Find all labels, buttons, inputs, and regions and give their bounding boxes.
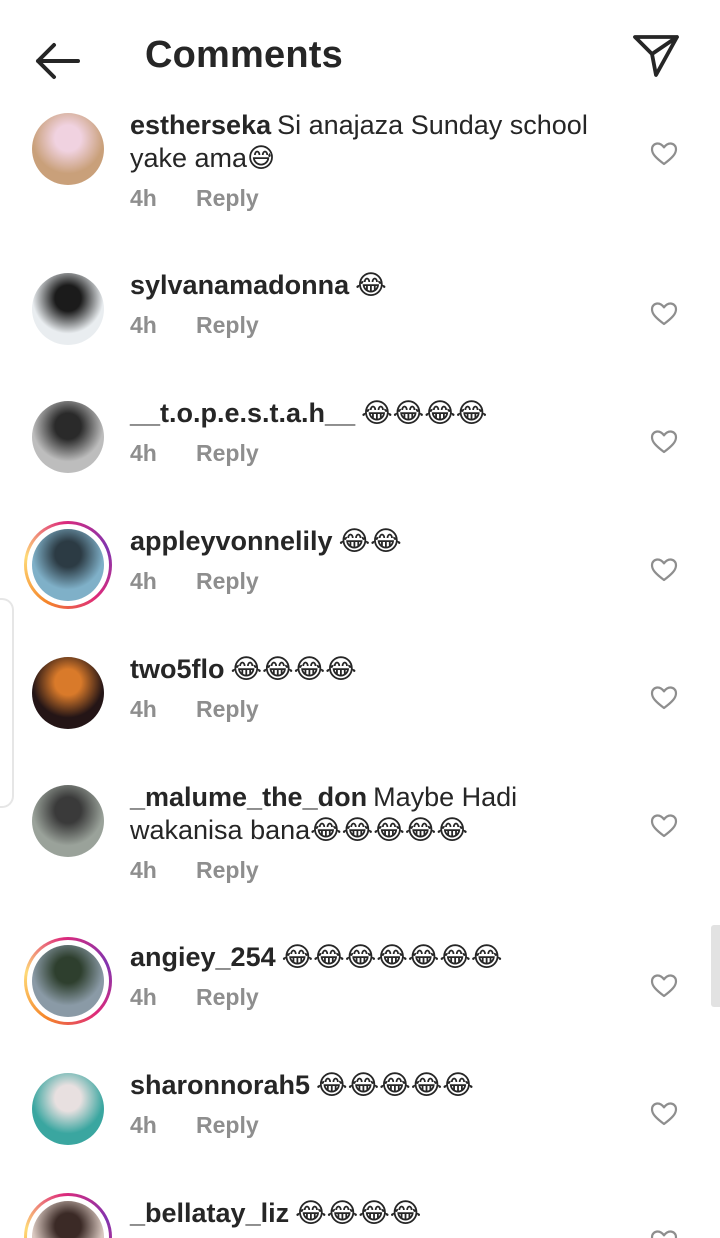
reply-button[interactable]: Reply — [196, 568, 259, 594]
avatar — [32, 401, 104, 473]
like-heart-icon[interactable] — [650, 685, 678, 711]
comment-body: sylvanamadonna 😂 — [130, 269, 610, 302]
comment-meta: 4h Reply — [130, 1112, 259, 1139]
comment-username[interactable]: appleyvonnelily — [130, 526, 333, 556]
header-bar: Comments — [0, 0, 720, 112]
comment-username[interactable]: sylvanamadonna — [130, 270, 349, 300]
comment-body: estherseka Si anajaza Sunday school yake … — [130, 109, 610, 175]
avatar — [32, 1201, 104, 1238]
reply-button[interactable]: Reply — [196, 696, 259, 722]
comment-text: 😂😂😂😂 — [295, 1198, 422, 1228]
avatar-container[interactable] — [32, 273, 104, 345]
avatar — [32, 113, 104, 185]
comment-username[interactable]: estherseka — [130, 110, 271, 140]
like-heart-icon[interactable] — [650, 557, 678, 583]
side-panel-edge — [0, 598, 14, 808]
like-heart-icon[interactable] — [650, 813, 678, 839]
avatar-story-ring[interactable] — [24, 1193, 112, 1238]
avatar-container[interactable] — [32, 401, 104, 473]
comment-timestamp: 4h — [130, 696, 157, 722]
comment-text: 😂 — [355, 270, 387, 300]
reply-button[interactable]: Reply — [196, 1112, 259, 1138]
comment-timestamp: 4h — [130, 185, 157, 211]
avatar — [32, 273, 104, 345]
avatar — [32, 657, 104, 729]
comment-text: 😂😂😂😂😂 — [316, 1070, 474, 1100]
comment-meta: 4h Reply — [130, 984, 259, 1011]
comment-text: 😂😂😂😂 — [361, 398, 488, 428]
like-heart-icon[interactable] — [650, 1101, 678, 1127]
like-heart-icon[interactable] — [650, 301, 678, 327]
avatar — [32, 529, 104, 601]
comment-body: _malume_the_don Maybe Hadi wakanisa bana😂… — [130, 781, 610, 847]
page-title: Comments — [145, 34, 343, 76]
avatar — [32, 1073, 104, 1145]
reply-button[interactable]: Reply — [196, 312, 259, 338]
comment-timestamp: 4h — [130, 857, 157, 883]
comment-meta: 4h Reply — [130, 185, 259, 212]
comment-username[interactable]: _malume_the_don — [130, 782, 367, 812]
comment-body: appleyvonnelily 😂😂 — [130, 525, 610, 558]
avatar-story-ring[interactable] — [24, 937, 112, 1025]
comment-username[interactable]: __t.o.p.e.s.t.a.h__ — [130, 398, 355, 428]
avatar — [32, 785, 104, 857]
comment-body: two5flo 😂😂😂😂 — [130, 653, 610, 686]
comment-meta: 4h Reply — [130, 312, 259, 339]
comment-text: 😂😂 — [338, 526, 402, 556]
like-heart-icon[interactable] — [650, 1229, 678, 1238]
arrow-left-icon — [36, 43, 80, 79]
avatar-container[interactable] — [32, 785, 104, 857]
back-button[interactable] — [28, 36, 84, 86]
comment-body: angiey_254 😂😂😂😂😂😂😂 — [130, 941, 610, 974]
comment-meta: 4h Reply — [130, 440, 259, 467]
like-heart-icon[interactable] — [650, 973, 678, 999]
avatar-story-ring[interactable] — [24, 521, 112, 609]
scrollbar[interactable] — [711, 925, 720, 1007]
comment-timestamp: 4h — [130, 440, 157, 466]
comment-text: 😂😂😂😂😂😂😂 — [281, 942, 503, 972]
avatar-container[interactable] — [32, 1073, 104, 1145]
avatar — [32, 945, 104, 1017]
comment-username[interactable]: angiey_254 — [130, 942, 276, 972]
comment-meta: 4h Reply — [130, 696, 259, 723]
paper-plane-icon — [633, 35, 679, 77]
comment-text: 😂😂😂😂 — [230, 654, 357, 684]
send-button[interactable] — [630, 30, 682, 82]
comment-username[interactable]: _bellatay_liz — [130, 1198, 289, 1228]
comment-timestamp: 4h — [130, 568, 157, 594]
reply-button[interactable]: Reply — [196, 857, 259, 883]
like-heart-icon[interactable] — [650, 429, 678, 455]
comment-meta: 4h Reply — [130, 857, 259, 884]
avatar-container[interactable] — [32, 657, 104, 729]
like-heart-icon[interactable] — [650, 141, 678, 167]
avatar-ring-gap — [27, 1196, 109, 1238]
avatar-ring-gap — [27, 940, 109, 1022]
comment-username[interactable]: two5flo — [130, 654, 225, 684]
comment-username[interactable]: sharonnorah5 — [130, 1070, 310, 1100]
comment-timestamp: 4h — [130, 1112, 157, 1138]
reply-button[interactable]: Reply — [196, 984, 259, 1010]
reply-button[interactable]: Reply — [196, 185, 259, 211]
comment-timestamp: 4h — [130, 984, 157, 1010]
comment-body: _bellatay_liz 😂😂😂😂 — [130, 1197, 610, 1230]
reply-button[interactable]: Reply — [196, 440, 259, 466]
avatar-container[interactable] — [32, 113, 104, 185]
comment-meta: 4h Reply — [130, 568, 259, 595]
avatar-ring-gap — [27, 524, 109, 606]
comment-timestamp: 4h — [130, 312, 157, 338]
comment-body: __t.o.p.e.s.t.a.h__ 😂😂😂😂 — [130, 397, 610, 430]
comment-body: sharonnorah5 😂😂😂😂😂 — [130, 1069, 610, 1102]
